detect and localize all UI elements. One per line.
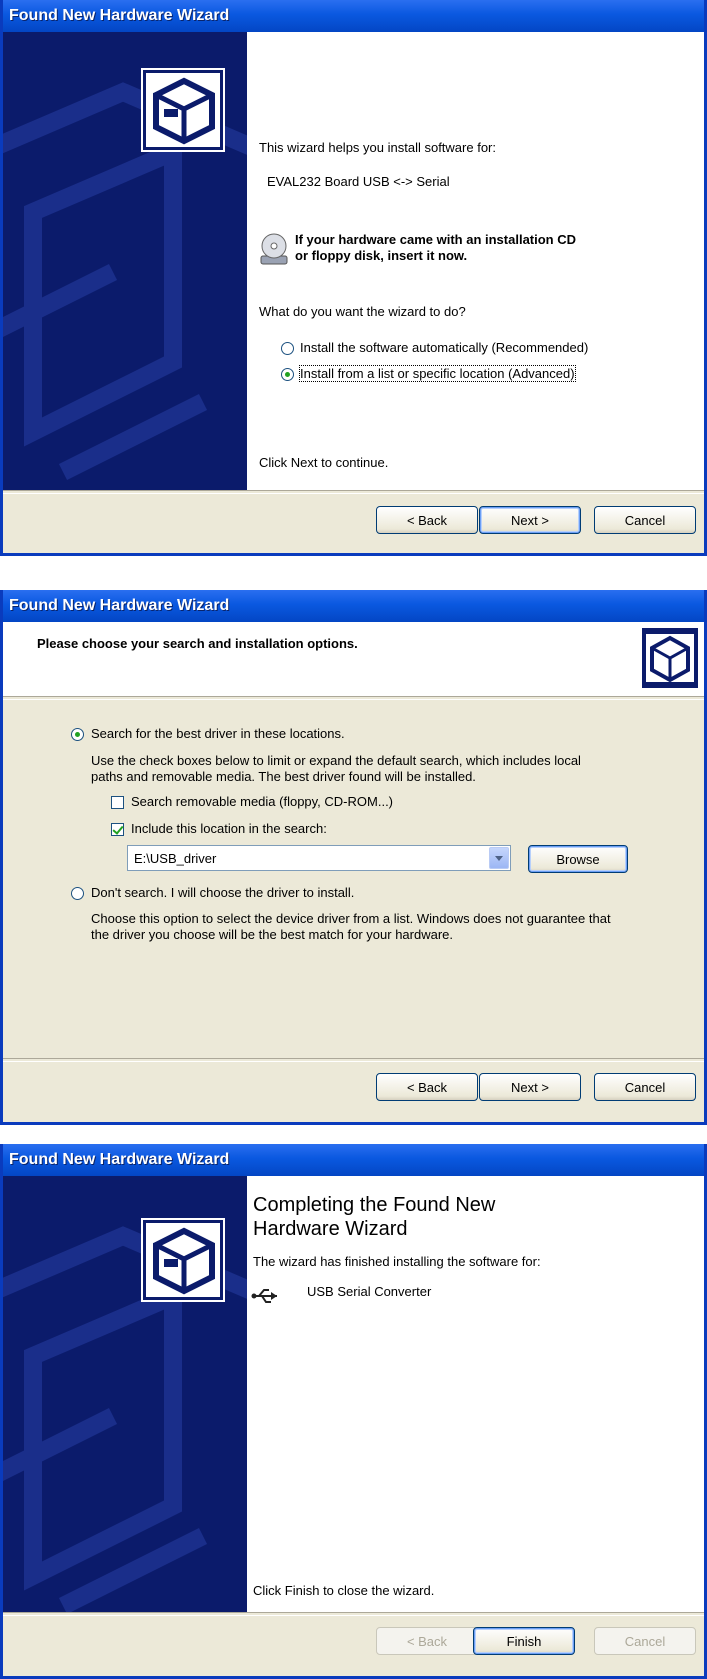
hardware-wizard-icon [143, 1220, 223, 1300]
wizard-sidebar [3, 1176, 247, 1612]
next-button[interactable]: Next > [479, 506, 581, 534]
location-combo[interactable]: E:\USB_driver [127, 845, 511, 871]
question-text: What do you want the wizard to do? [259, 304, 466, 319]
dont-search-description-line2: the driver you choose will be the best m… [91, 927, 454, 942]
wizard-content: Completing the Found New Hardware Wizard… [247, 1176, 704, 1612]
radio-install-auto[interactable] [281, 342, 294, 355]
back-button[interactable]: < Back [376, 1627, 478, 1655]
radio-search-best[interactable] [71, 728, 84, 741]
title-bar[interactable]: Found New Hardware Wizard [3, 590, 704, 622]
intro-text: This wizard helps you install software f… [259, 140, 496, 155]
completion-heading-line2: Hardware Wizard [253, 1218, 408, 1240]
hardware-wizard-icon [642, 628, 698, 688]
back-button[interactable]: < Back [376, 1073, 478, 1101]
wizard-content: This wizard helps you install software f… [247, 32, 704, 490]
cancel-button[interactable]: Cancel [594, 1073, 696, 1101]
wizard-header: Please choose your search and installati… [3, 622, 704, 696]
title-bar[interactable]: Found New Hardware Wizard [3, 0, 704, 32]
dont-search-description-line1: Choose this option to select the device … [91, 911, 611, 926]
usb-icon [251, 1286, 281, 1306]
chevron-down-icon[interactable] [489, 847, 509, 869]
checkbox-include-location-label[interactable]: Include this location in the search: [131, 821, 327, 836]
checkbox-include-location[interactable] [111, 823, 124, 836]
browse-button[interactable]: Browse [528, 845, 628, 873]
radio-search-best-label[interactable]: Search for the best driver in these loca… [91, 726, 345, 741]
cd-prompt-line2: or floppy disk, insert it now. [295, 248, 468, 263]
button-separator [3, 1612, 704, 1616]
search-description-line1: Use the check boxes below to limit or ex… [91, 753, 581, 768]
cancel-button[interactable]: Cancel [594, 1627, 696, 1655]
finish-button[interactable]: Finish [473, 1627, 575, 1655]
search-description-line2: paths and removable media. The best driv… [91, 769, 476, 784]
continue-text: Click Next to continue. [259, 455, 389, 470]
wizard-window-3: Found New Hardware Wizard Completing the… [0, 1144, 707, 1679]
title-bar[interactable]: Found New Hardware Wizard [3, 1144, 704, 1176]
radio-install-advanced[interactable] [281, 368, 294, 381]
finished-text: The wizard has finished installing the s… [253, 1254, 541, 1269]
page-heading: Please choose your search and installati… [37, 636, 358, 651]
button-separator [3, 490, 704, 494]
cd-prompt-line1: If your hardware came with an installati… [295, 232, 577, 247]
cd-drive-icon [259, 232, 289, 265]
wizard-window-1: Found New Hardware Wizard This wizard he… [0, 0, 707, 556]
location-value[interactable]: E:\USB_driver [134, 851, 216, 866]
close-text: Click Finish to close the wizard. [253, 1583, 435, 1598]
radio-dont-search[interactable] [71, 887, 84, 900]
wizard-sidebar [3, 32, 247, 490]
device-name: USB Serial Converter [307, 1284, 432, 1299]
back-button[interactable]: < Back [376, 506, 478, 534]
radio-install-auto-label[interactable]: Install the software automatically (Reco… [300, 340, 588, 355]
next-button[interactable]: Next > [479, 1073, 581, 1101]
cancel-button[interactable]: Cancel [594, 506, 696, 534]
header-separator [3, 696, 704, 700]
hardware-wizard-icon [143, 70, 223, 150]
wizard-window-2: Found New Hardware Wizard Please choose … [0, 590, 707, 1125]
checkbox-removable-media-label[interactable]: Search removable media (floppy, CD-ROM..… [131, 794, 393, 809]
button-separator [3, 1058, 704, 1062]
device-name: EVAL232 Board USB <-> Serial [267, 174, 450, 189]
completion-heading-line1: Completing the Found New [253, 1194, 496, 1216]
checkbox-removable-media[interactable] [111, 796, 124, 809]
radio-install-advanced-label[interactable]: Install from a list or specific location… [299, 365, 576, 382]
radio-dont-search-label[interactable]: Don't search. I will choose the driver t… [91, 885, 354, 900]
